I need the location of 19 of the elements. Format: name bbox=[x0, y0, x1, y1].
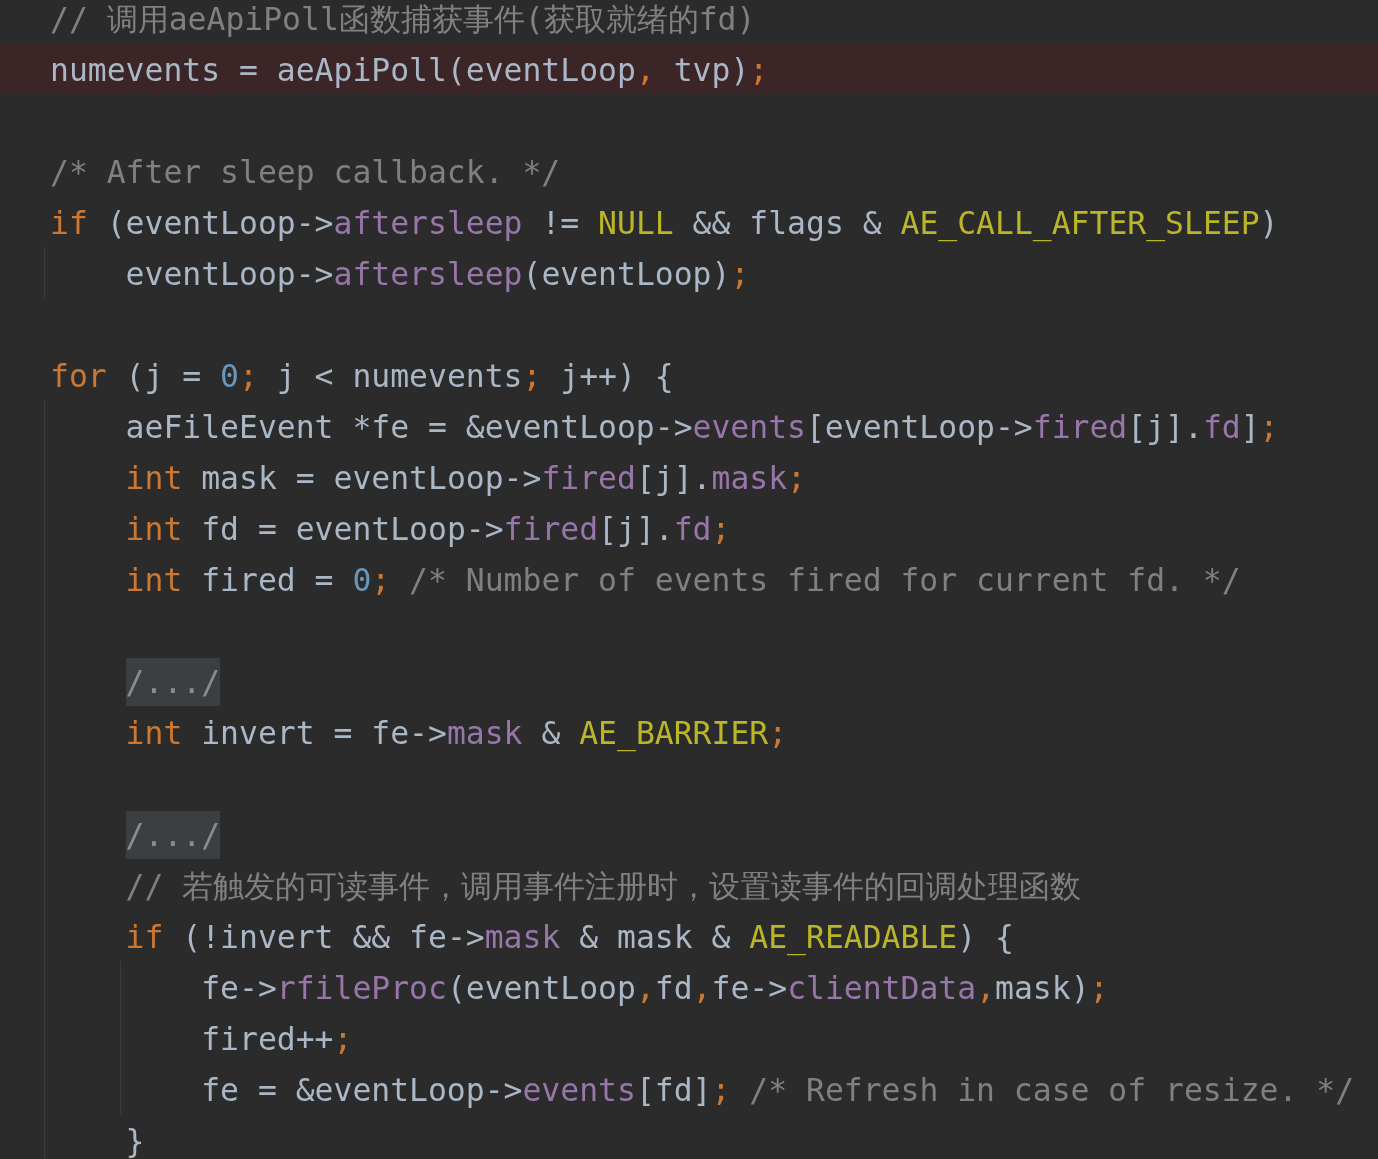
code-line: } bbox=[125, 1122, 145, 1159]
code-line: if (!invert && fe->mask & mask & AE_READABLE) { bbox=[125, 918, 1014, 957]
code-line: fe = &eventLoop->events[fd]; /* Refresh in case of resize. */ bbox=[201, 1071, 1355, 1110]
code-line: for (j = 0; j < numevents; j++) { bbox=[50, 357, 674, 396]
code-line: numevents = aeApiPoll(eventLoop, tvp); bbox=[50, 51, 769, 90]
folded-code-marker[interactable]: /.../ bbox=[125, 658, 221, 706]
folded-code-marker[interactable]: /.../ bbox=[125, 811, 221, 859]
code-line: // 调用aeApiPoll函数捕获事件(获取就绪的fd) bbox=[50, 0, 756, 39]
code-line: int fired = 0; /* Number of events fired for current fd. */ bbox=[125, 561, 1241, 600]
code-line: int fd = eventLoop->fired[j].fd; bbox=[125, 510, 731, 549]
code-line: fired++; bbox=[201, 1020, 353, 1059]
code-line: aeFileEvent *fe = &eventLoop->events[eventLoop->fired[j].fd]; bbox=[125, 408, 1279, 447]
code-line: /* After sleep callback. */ bbox=[50, 153, 561, 192]
code-line: // 若触发的可读事件，调用事件注册时，设置读事件的回调处理函数 bbox=[125, 867, 1082, 906]
code-line: int invert = fe->mask & AE_BARRIER; bbox=[125, 714, 788, 753]
code-line: eventLoop->aftersleep(eventLoop); bbox=[125, 255, 750, 294]
code-line: int mask = eventLoop->fired[j].mask; bbox=[125, 459, 806, 498]
code-line: if (eventLoop->aftersleep != NULL && flags & AE_CALL_AFTER_SLEEP) bbox=[50, 204, 1279, 243]
code-line: fe->rfileProc(eventLoop,fd,fe->clientData,mask); bbox=[201, 969, 1109, 1008]
